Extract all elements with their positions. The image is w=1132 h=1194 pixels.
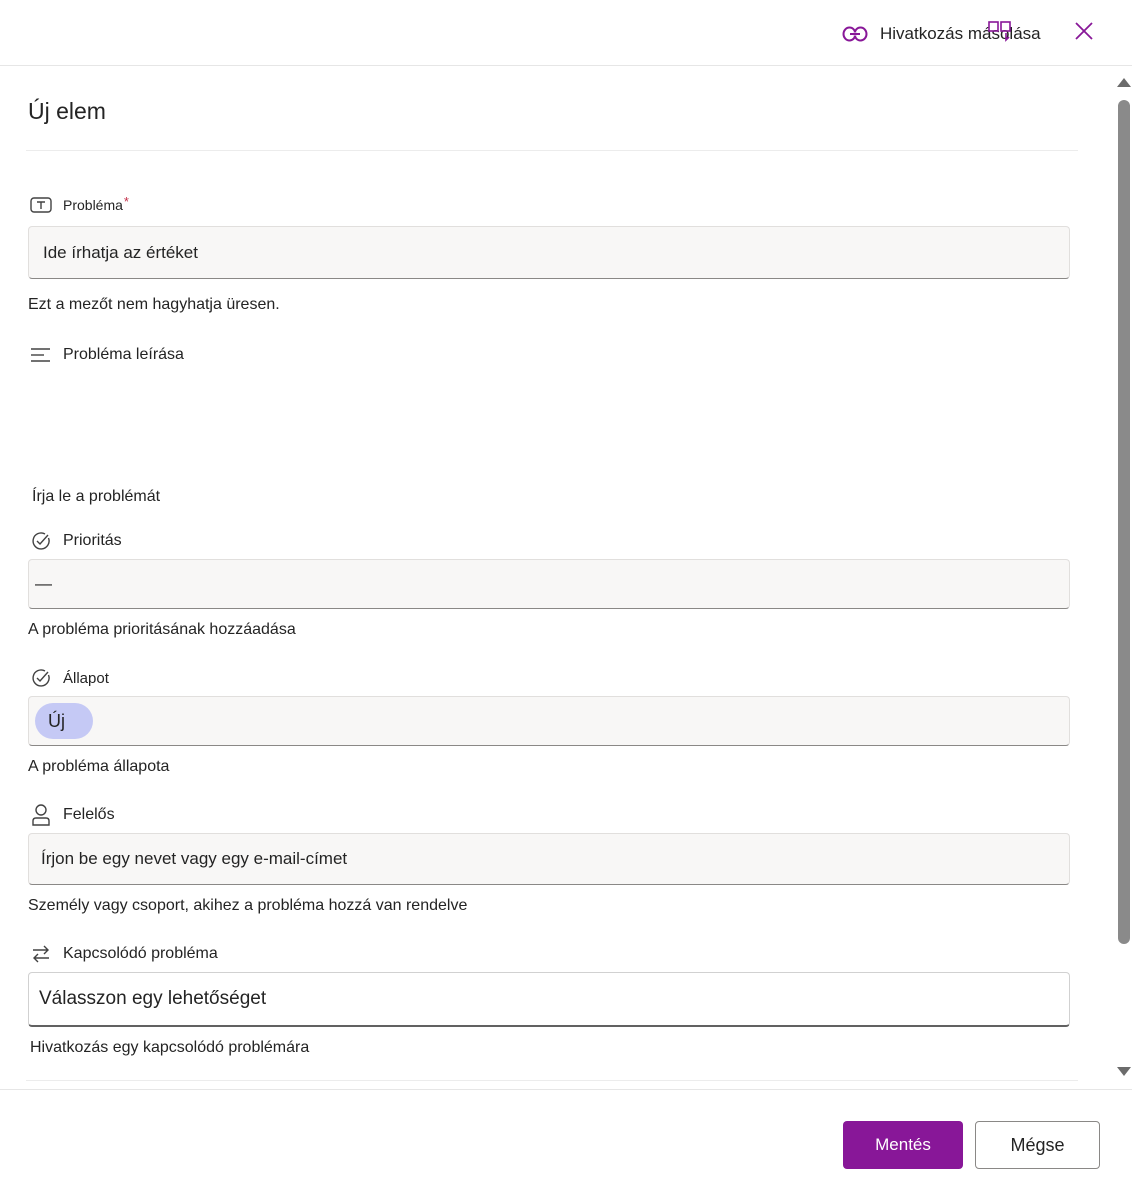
related-help: Hivatkozás egy kapcsolódó problémára: [30, 1039, 310, 1056]
description-help: Írja le a problémát: [32, 488, 161, 505]
description-input[interactable]: [28, 380, 1070, 470]
problem-help: Ezt a mezőt nem hagyhatja üresen.: [28, 296, 280, 313]
status-select[interactable]: Új: [28, 696, 1070, 746]
choice-check-icon: [30, 531, 52, 551]
problem-input-placeholder: Ide írhatja az értéket: [43, 242, 198, 262]
field-label-priority: Prioritás: [30, 531, 122, 551]
priority-value: —: [35, 574, 52, 593]
assignee-label-text: Felelős: [63, 806, 115, 823]
description-label-text: Probléma leírása: [63, 346, 184, 363]
text-field-icon: [30, 195, 52, 215]
content-divider: [26, 1080, 1078, 1081]
priority-label-text: Prioritás: [63, 532, 122, 549]
status-pill: Új: [35, 703, 93, 739]
cancel-button[interactable]: Mégse: [975, 1121, 1100, 1169]
title-divider: [26, 150, 1078, 151]
status-label-text: Állapot: [63, 669, 109, 687]
page-title: Új elem: [28, 98, 106, 124]
problem-label-text: Probléma: [63, 197, 123, 213]
copy-link-label: Hivatkozás másolása: [880, 24, 1041, 43]
priority-help: A probléma prioritásának hozzáadása: [28, 621, 296, 638]
related-select-placeholder: Válasszon egy lehetőséget: [39, 988, 267, 1009]
related-select[interactable]: Válasszon egy lehetőséget: [28, 972, 1070, 1027]
close-button[interactable]: [1072, 19, 1096, 43]
choice-check-icon: [30, 668, 52, 688]
assignee-help: Személy vagy csoport, akihez a probléma …: [28, 897, 468, 914]
scroll-down-arrow[interactable]: [1117, 1067, 1131, 1076]
field-label-related: Kapcsolódó probléma: [30, 944, 218, 964]
field-label-problem: Probléma *: [30, 193, 129, 215]
person-icon: [30, 804, 52, 826]
swap-arrows-icon: [30, 944, 52, 964]
save-button[interactable]: Mentés: [843, 1121, 963, 1169]
assignee-input[interactable]: Írjon be egy nevet vagy egy e-mail-címet: [28, 833, 1070, 885]
related-label-text: Kapcsolódó probléma: [63, 945, 218, 962]
scrollbar-thumb[interactable]: [1118, 100, 1130, 944]
required-mark: *: [123, 193, 129, 209]
multiline-text-icon: [30, 345, 52, 365]
status-help: A probléma állapota: [28, 758, 170, 775]
priority-select[interactable]: —: [28, 559, 1070, 609]
split-view-icon[interactable]: [988, 20, 1014, 42]
link-icon: [842, 24, 868, 44]
scroll-up-arrow[interactable]: [1117, 78, 1131, 87]
field-label-description: Probléma leírása: [30, 345, 184, 365]
close-icon: [1075, 22, 1093, 40]
assignee-input-placeholder: Írjon be egy nevet vagy egy e-mail-címet: [41, 849, 348, 868]
problem-input[interactable]: Ide írhatja az értéket: [28, 226, 1070, 279]
field-label-status: Állapot: [30, 668, 109, 688]
field-label-assignee: Felelős: [30, 804, 115, 826]
